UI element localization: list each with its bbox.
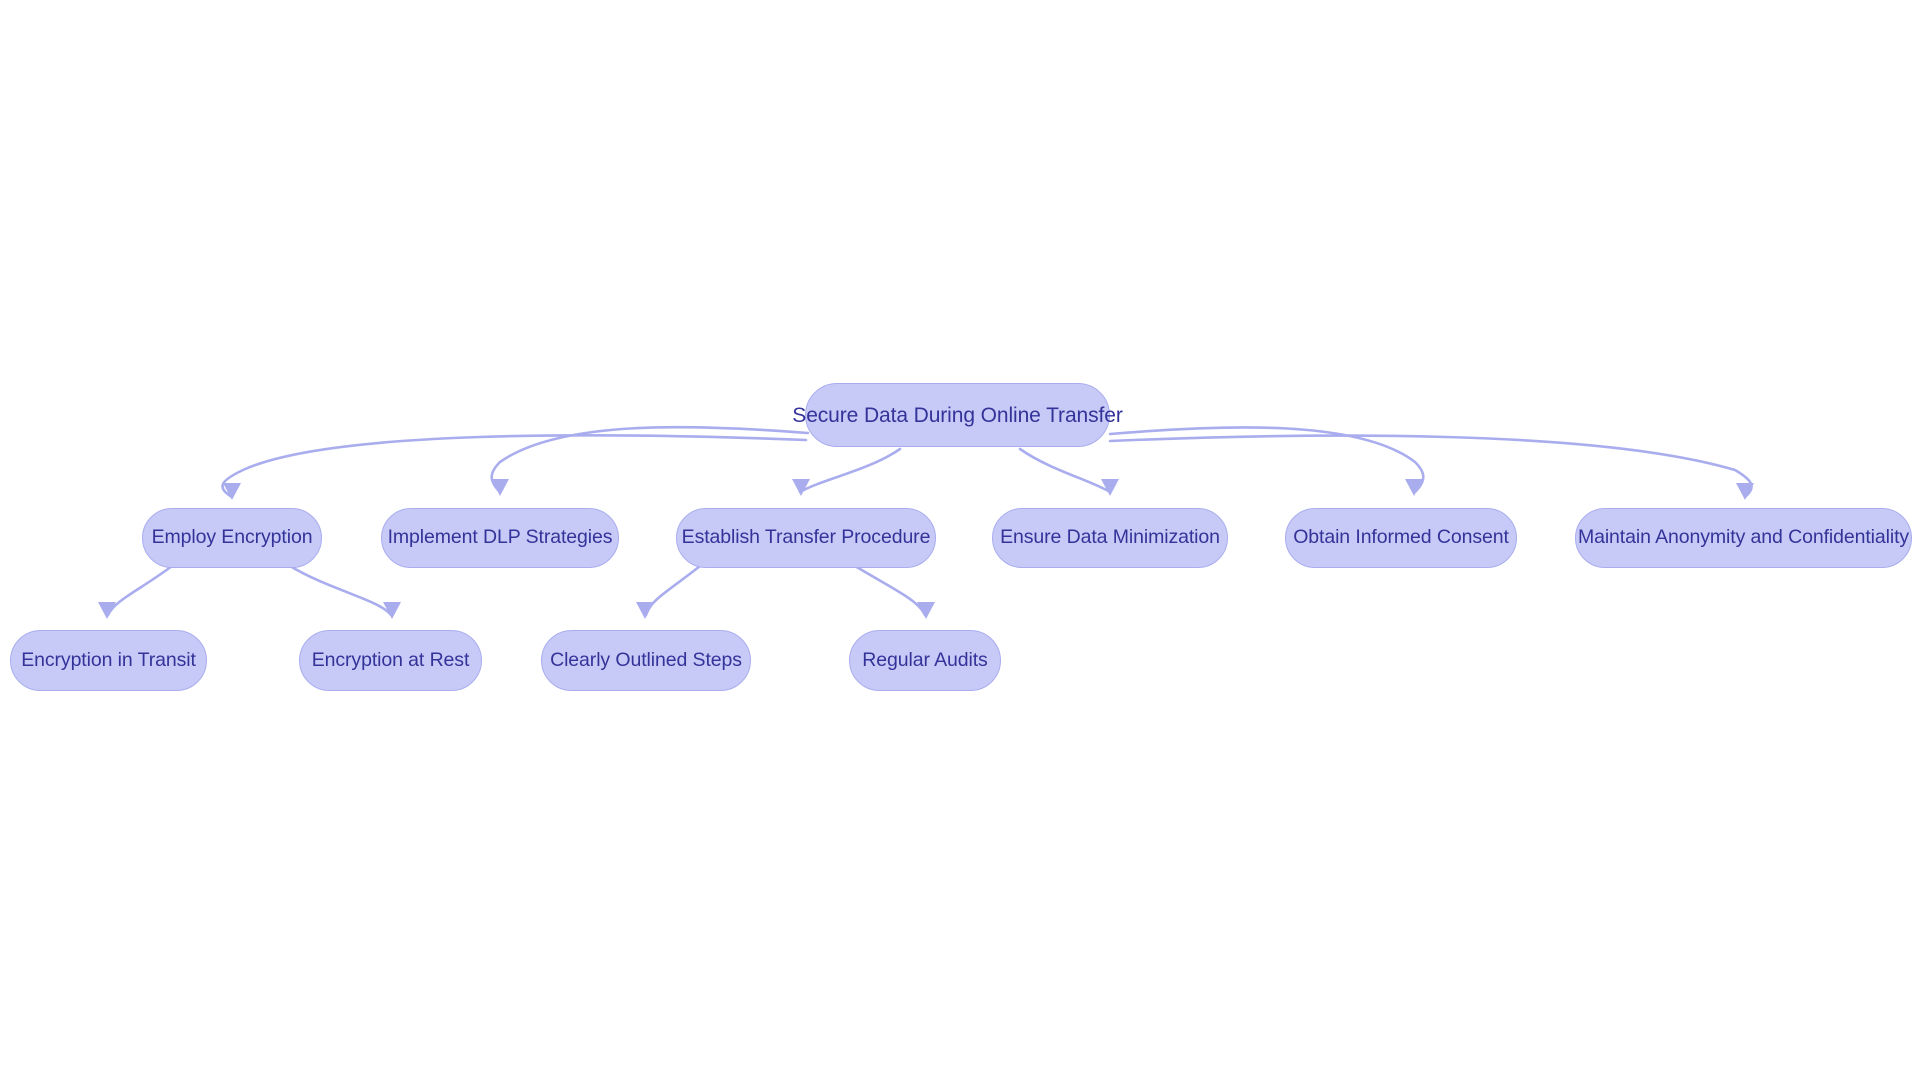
flow-node-root[interactable]: Secure Data During Online Transfer: [792, 383, 1123, 447]
flow-node-label: Encryption in Transit: [21, 648, 196, 671]
node-layer: Secure Data During Online Transfer Employ…: [0, 0, 1920, 1080]
flow-node-implement-dlp-strategies[interactable]: Implement DLP Strategies: [381, 508, 619, 568]
flow-node-encryption-in-transit[interactable]: Encryption in Transit: [10, 630, 207, 691]
flow-node-establish-transfer-procedure[interactable]: Establish Transfer Procedure: [676, 508, 936, 568]
flow-node-regular-audits[interactable]: Regular Audits: [849, 630, 1001, 691]
flow-node-obtain-informed-consent[interactable]: Obtain Informed Consent: [1285, 508, 1517, 568]
flow-node-label: Implement DLP Strategies: [387, 526, 613, 549]
flow-node-label: Regular Audits: [862, 648, 988, 671]
flow-node-label: Employ Encryption: [151, 526, 313, 549]
flow-node-ensure-data-minimization[interactable]: Ensure Data Minimization: [992, 508, 1228, 568]
flow-node-label: Secure Data During Online Transfer: [792, 403, 1123, 427]
flowchart-canvas: Secure Data During Online Transfer Employ…: [0, 0, 1920, 1080]
flow-node-clearly-outlined-steps[interactable]: Clearly Outlined Steps: [541, 630, 751, 691]
flow-node-label: Establish Transfer Procedure: [681, 526, 931, 549]
flow-node-label: Encryption at Rest: [311, 648, 470, 671]
flow-node-label: Clearly Outlined Steps: [550, 648, 742, 671]
flow-node-label: Maintain Anonymity and Confidentiality: [1577, 526, 1910, 549]
flow-node-maintain-anonymity-and-confidentiality[interactable]: Maintain Anonymity and Confidentiality: [1575, 508, 1912, 568]
flow-node-encryption-at-rest[interactable]: Encryption at Rest: [299, 630, 482, 691]
flow-node-label: Obtain Informed Consent: [1293, 526, 1509, 549]
flow-node-employ-encryption[interactable]: Employ Encryption: [142, 508, 322, 568]
flow-node-label: Ensure Data Minimization: [1000, 526, 1220, 549]
